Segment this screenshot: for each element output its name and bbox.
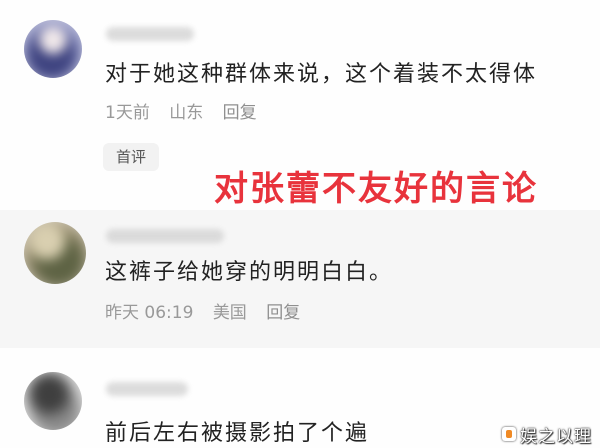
- comment-time: 1天前: [105, 103, 150, 123]
- first-comment-badge: 首评: [103, 143, 159, 171]
- comment-location: 美国: [212, 303, 247, 323]
- annotation-caption: 对张蕾不友好的言论: [214, 169, 538, 209]
- comment-list-screenshot: 对于她这种群体来说，这个着装不太得体 1天前 山东 回复 首评 对张蕾不友好的言…: [0, 0, 600, 448]
- username-blurred[interactable]: [106, 382, 188, 396]
- commenter-avatar[interactable]: [24, 20, 82, 78]
- blurred-avatar-icon: [24, 372, 82, 430]
- comment-meta: 昨天 06:19 美国 回复: [105, 302, 314, 324]
- comment-text: 前后左右被摄影拍了个遍: [105, 421, 370, 446]
- username-blurred[interactable]: [106, 27, 194, 41]
- watermark-text: 娱之以理: [520, 426, 592, 447]
- comment-text: 对于她这种群体来说，这个着装不太得体: [105, 62, 538, 87]
- watermark-logo-icon: [502, 427, 516, 441]
- comment-location: 山东: [169, 103, 204, 123]
- commenter-avatar[interactable]: [24, 222, 86, 284]
- watermark: 娱之以理: [502, 423, 592, 447]
- reply-button[interactable]: 回复: [266, 303, 300, 323]
- blurred-avatar-icon: [24, 222, 86, 284]
- comment-time: 昨天 06:19: [105, 303, 194, 323]
- username-blurred[interactable]: [106, 229, 224, 243]
- reply-button[interactable]: 回复: [223, 103, 257, 123]
- comment-meta: 1天前 山东 回复: [105, 102, 271, 124]
- commenter-avatar[interactable]: [24, 372, 82, 430]
- blurred-avatar-icon: [24, 20, 82, 78]
- comment-text: 这裤子给她穿的明明白白。: [105, 260, 394, 285]
